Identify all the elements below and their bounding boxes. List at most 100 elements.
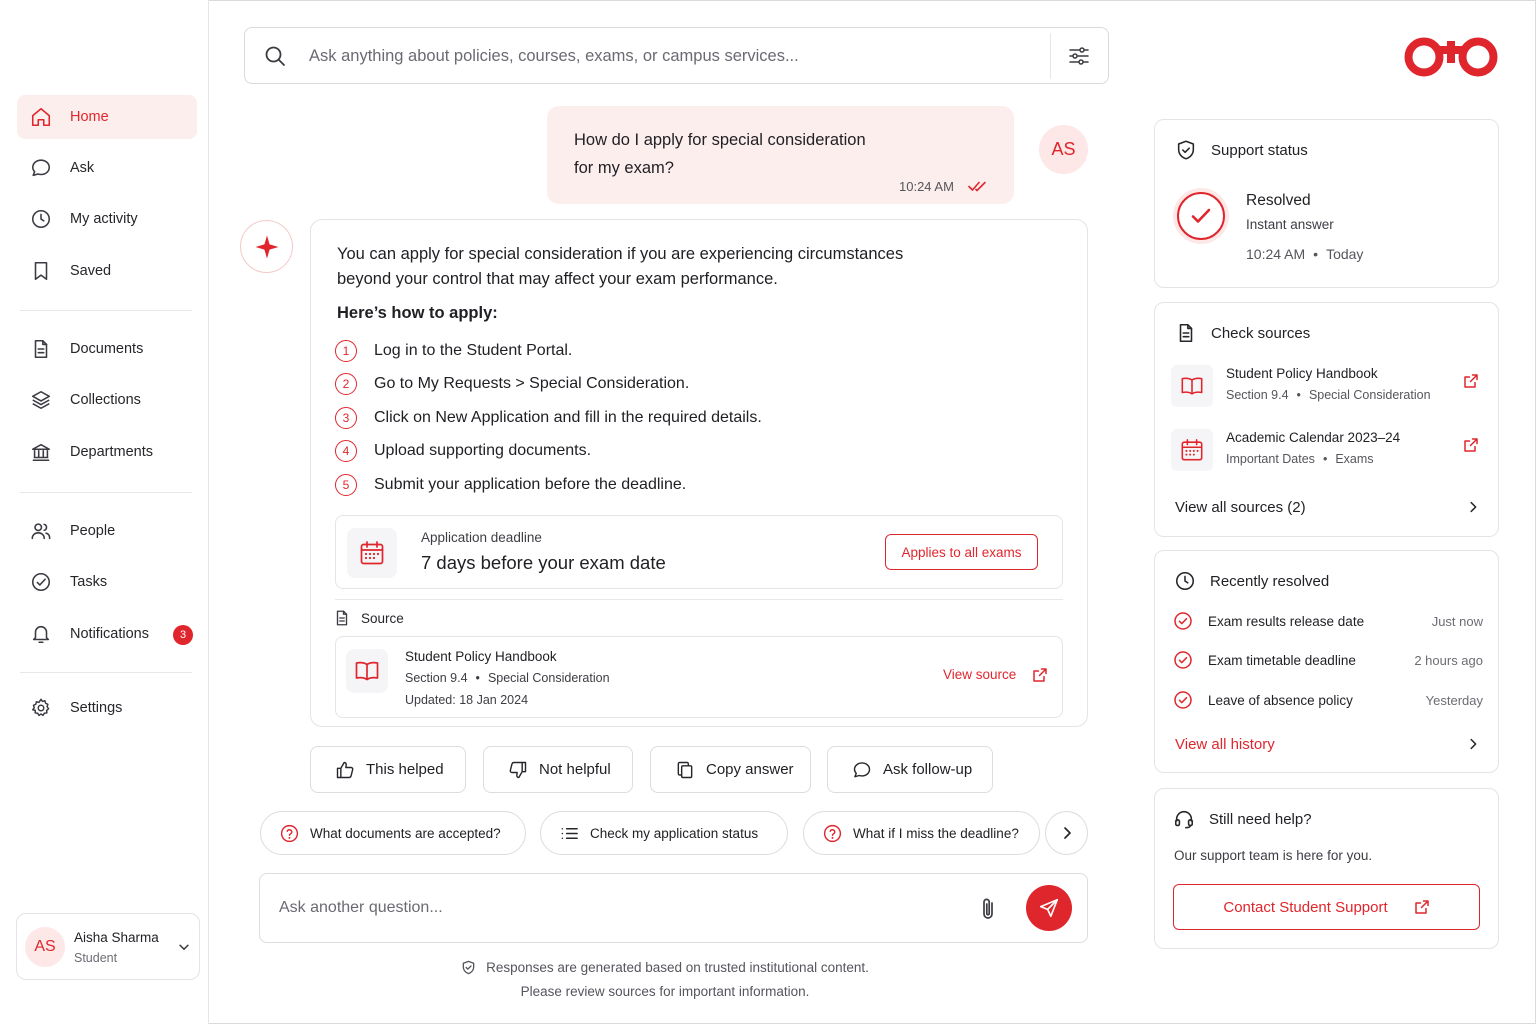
shield-icon [462, 960, 475, 975]
user-name: Aisha Sharma [74, 930, 159, 945]
external-link-icon[interactable] [1463, 373, 1479, 389]
sidebar-item-label: Tasks [70, 574, 108, 590]
external-link-icon [1414, 900, 1429, 914]
feedback-label: Ask follow-up [883, 761, 973, 778]
history-item[interactable]: Exam results release date Just now [1173, 610, 1483, 632]
suggestion-chip-deadline[interactable]: What if I miss the deadline? [803, 811, 1040, 855]
sidebar-item-settings[interactable]: Settings [17, 686, 197, 730]
history-title: Exam results release date [1208, 613, 1365, 629]
steps-heading: Here’s how to apply: [337, 304, 498, 322]
suggestions-next-button[interactable] [1045, 811, 1088, 855]
source-item[interactable]: Academic Calendar 2023–24 Important Date… [1171, 429, 1487, 473]
sidebar-item-home[interactable]: Home [17, 95, 197, 139]
bookmark-icon [34, 261, 48, 281]
view-all-sources-link[interactable]: View all sources (2) [1175, 496, 1480, 518]
filter-sliders-icon[interactable] [1067, 44, 1091, 68]
step-number: 1 [335, 340, 357, 362]
avatar: AS [25, 927, 65, 967]
book-icon [355, 661, 379, 681]
send-button[interactable] [1026, 885, 1072, 931]
sidebar-item-collections[interactable]: Collections [17, 378, 197, 422]
people-icon [31, 523, 51, 540]
question-circle-icon [823, 824, 842, 842]
source-title: Student Policy Handbook [405, 649, 557, 664]
bell-icon [32, 625, 50, 644]
ask-follow-up-button[interactable]: Ask follow-up [827, 746, 993, 793]
feedback-label: Not helpful [539, 761, 611, 778]
chat-bubble-icon [853, 761, 871, 777]
sparkle-icon [255, 235, 279, 259]
sidebar-item-my-activity[interactable]: My activity [17, 197, 197, 241]
sidebar-divider [20, 672, 192, 673]
not-helpful-button[interactable]: Not helpful [483, 746, 633, 793]
support-status-value: Resolved [1246, 192, 1311, 209]
sidebar-item-documents[interactable]: Documents [17, 327, 197, 371]
thumbs-down-icon [509, 761, 527, 778]
message-composer [259, 873, 1088, 943]
sidebar-item-saved[interactable]: Saved [17, 249, 197, 293]
step-number: 5 [335, 474, 357, 496]
history-item[interactable]: Exam timetable deadline 2 hours ago [1173, 649, 1483, 671]
sidebar-divider [20, 310, 192, 311]
suggestion-chip-status[interactable]: Check my application status [540, 811, 788, 855]
support-status-detail: Instant answer [1246, 217, 1334, 232]
step-item: 5 Submit your application before the dea… [335, 473, 686, 497]
history-item[interactable]: Leave of absence policy Yesterday [1173, 689, 1483, 711]
card-title: Check sources [1175, 321, 1310, 345]
sidebar-item-label: My activity [70, 211, 138, 227]
source-item[interactable]: Student Policy Handbook Section 9.4 • Spec… [1171, 365, 1487, 409]
resolved-status-indicator [1177, 192, 1225, 240]
sidebar-item-ask[interactable]: Ask [17, 146, 197, 190]
follow-up-input[interactable] [279, 895, 959, 921]
user-avatar: AS [1039, 125, 1088, 174]
home-icon [31, 107, 51, 127]
headset-icon [1174, 810, 1194, 829]
sidebar-item-departments[interactable]: Departments [17, 430, 197, 474]
check-circle-icon [31, 572, 51, 592]
suggestion-chip-documents[interactable]: What documents are accepted? [260, 811, 526, 855]
user-message-bubble: How do I apply for special consideration… [547, 106, 1014, 204]
deadline-card: Application deadline 7 days before your … [335, 515, 1063, 589]
layers-icon [31, 390, 51, 410]
copy-answer-button[interactable]: Copy answer [650, 746, 811, 793]
external-link-icon[interactable] [1463, 437, 1479, 453]
user-profile-menu[interactable]: AS Aisha Sharma Student [16, 913, 200, 980]
step-text: Upload supporting documents. [374, 442, 592, 459]
paperclip-icon[interactable] [976, 896, 1000, 922]
calendar-icon [360, 541, 384, 565]
calendar-icon-box [347, 528, 397, 578]
recently-resolved-card: Recently resolved Exam results release d… [1154, 550, 1499, 773]
book-icon-box [346, 649, 388, 693]
ai-assistant-avatar [240, 220, 293, 273]
document-icon [34, 339, 48, 359]
double-check-icon [968, 181, 986, 192]
deadline-value: 7 days before your exam date [421, 552, 666, 573]
contact-support-button[interactable]: Contact Student Support [1173, 884, 1480, 930]
sidebar-item-notifications[interactable]: Notifications 3 [17, 612, 197, 656]
support-status-card: Support status Resolved Instant answer 1… [1154, 119, 1499, 288]
view-all-history-link[interactable]: View all history [1175, 733, 1480, 755]
sidebar-item-people[interactable]: People [17, 509, 197, 553]
source-card: Student Policy Handbook Section 9.4 • Spec… [335, 636, 1063, 718]
sidebar-item-label: Ask [70, 160, 95, 176]
suggestion-label: What documents are accepted? [310, 825, 501, 841]
check-sources-card: Check sources Student Policy Handbook Se… [1154, 302, 1499, 537]
external-link-icon[interactable] [1032, 667, 1048, 683]
search-input[interactable] [309, 42, 1029, 70]
sidebar-item-tasks[interactable]: Tasks [17, 560, 197, 604]
sidebar-item-label: Saved [70, 263, 112, 279]
step-item: 2 Go to My Requests > Special Considerat… [335, 372, 689, 396]
sidebar-item-label: Notifications [70, 626, 149, 642]
check-circle-icon [1174, 651, 1192, 669]
source-meta: Important Dates • Exams [1226, 452, 1374, 466]
applies-to-all-exams-badge[interactable]: Applies to all exams [885, 534, 1038, 570]
step-text: Go to My Requests > Special Consideratio… [374, 375, 690, 392]
step-number: 3 [335, 407, 357, 429]
view-source-link[interactable]: View source [943, 667, 1016, 682]
support-status-time: 10:24 AM • Today [1246, 246, 1364, 262]
clock-icon [31, 209, 51, 229]
sidebar-item-label: Documents [70, 341, 144, 357]
card-title: Recently resolved [1174, 569, 1329, 593]
this-helped-button[interactable]: This helped [310, 746, 466, 793]
history-title: Leave of absence policy [1208, 692, 1353, 708]
